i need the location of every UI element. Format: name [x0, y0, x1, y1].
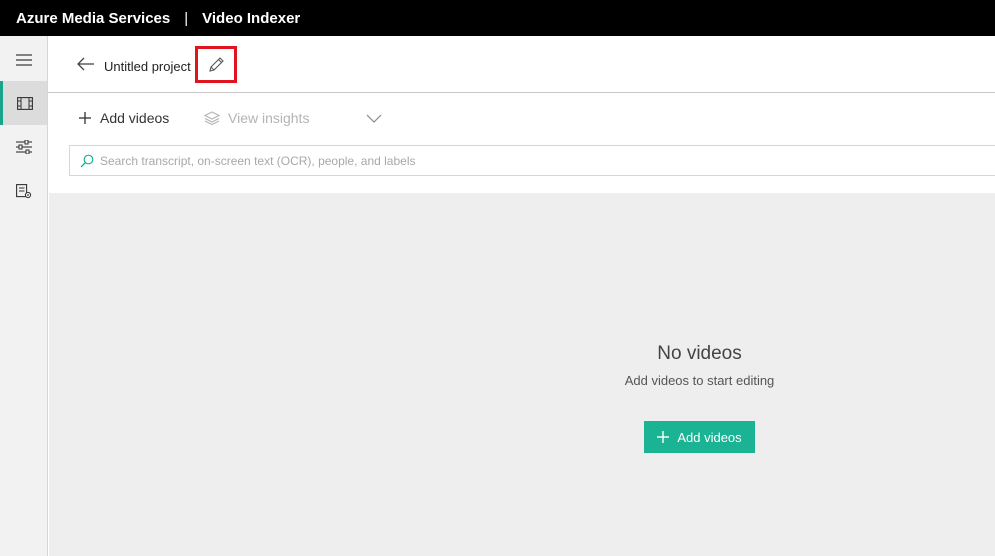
nav-item-customization[interactable]: [0, 125, 47, 169]
hamburger-icon: [15, 54, 32, 66]
search-icon: [80, 154, 94, 167]
nav-item-media[interactable]: [0, 81, 47, 125]
product-title: Video Indexer: [202, 9, 301, 27]
layers-icon: [204, 111, 220, 125]
empty-state-add-videos-button[interactable]: Add videos: [644, 421, 755, 453]
nav-item-settings[interactable]: [0, 169, 47, 213]
arrow-left-icon: [77, 57, 94, 71]
search-input[interactable]: [100, 153, 950, 168]
page-header: Untitled project: [48, 36, 995, 93]
toolbar-view-insights-label: View insights: [228, 110, 310, 126]
chevron-down-icon: [366, 114, 382, 123]
empty-state-add-videos-label: Add videos: [677, 429, 742, 445]
plus-icon: [79, 112, 91, 124]
toolbar-add-videos-label: Add videos: [100, 110, 170, 126]
empty-state-title: No videos: [657, 343, 742, 364]
back-button[interactable]: [76, 54, 96, 74]
sliders-icon: [15, 140, 32, 154]
project-title: Untitled project: [104, 59, 191, 74]
pencil-icon: [209, 56, 224, 72]
app-topbar: Azure Media Services | Video Indexer: [0, 0, 995, 36]
title-separator: |: [184, 9, 189, 27]
toolbar-more-dropdown[interactable]: [366, 107, 382, 129]
plus-icon: [657, 431, 670, 443]
media-area: No videos Add videos to start editing Ad…: [49, 193, 995, 556]
left-nav: [0, 36, 48, 556]
toolbar: Add videos View insights: [48, 93, 995, 143]
toolbar-add-videos-button[interactable]: Add videos: [78, 107, 169, 129]
document-settings-icon: [15, 183, 31, 198]
film-icon: [17, 96, 33, 110]
brand-title: Azure Media Services: [16, 9, 171, 27]
search-box: [69, 145, 995, 176]
edit-title-button[interactable]: [195, 46, 237, 83]
nav-menu-button[interactable]: [0, 38, 47, 82]
empty-state-subtitle: Add videos to start editing: [624, 373, 775, 388]
toolbar-view-insights-button[interactable]: View insights: [204, 107, 309, 129]
